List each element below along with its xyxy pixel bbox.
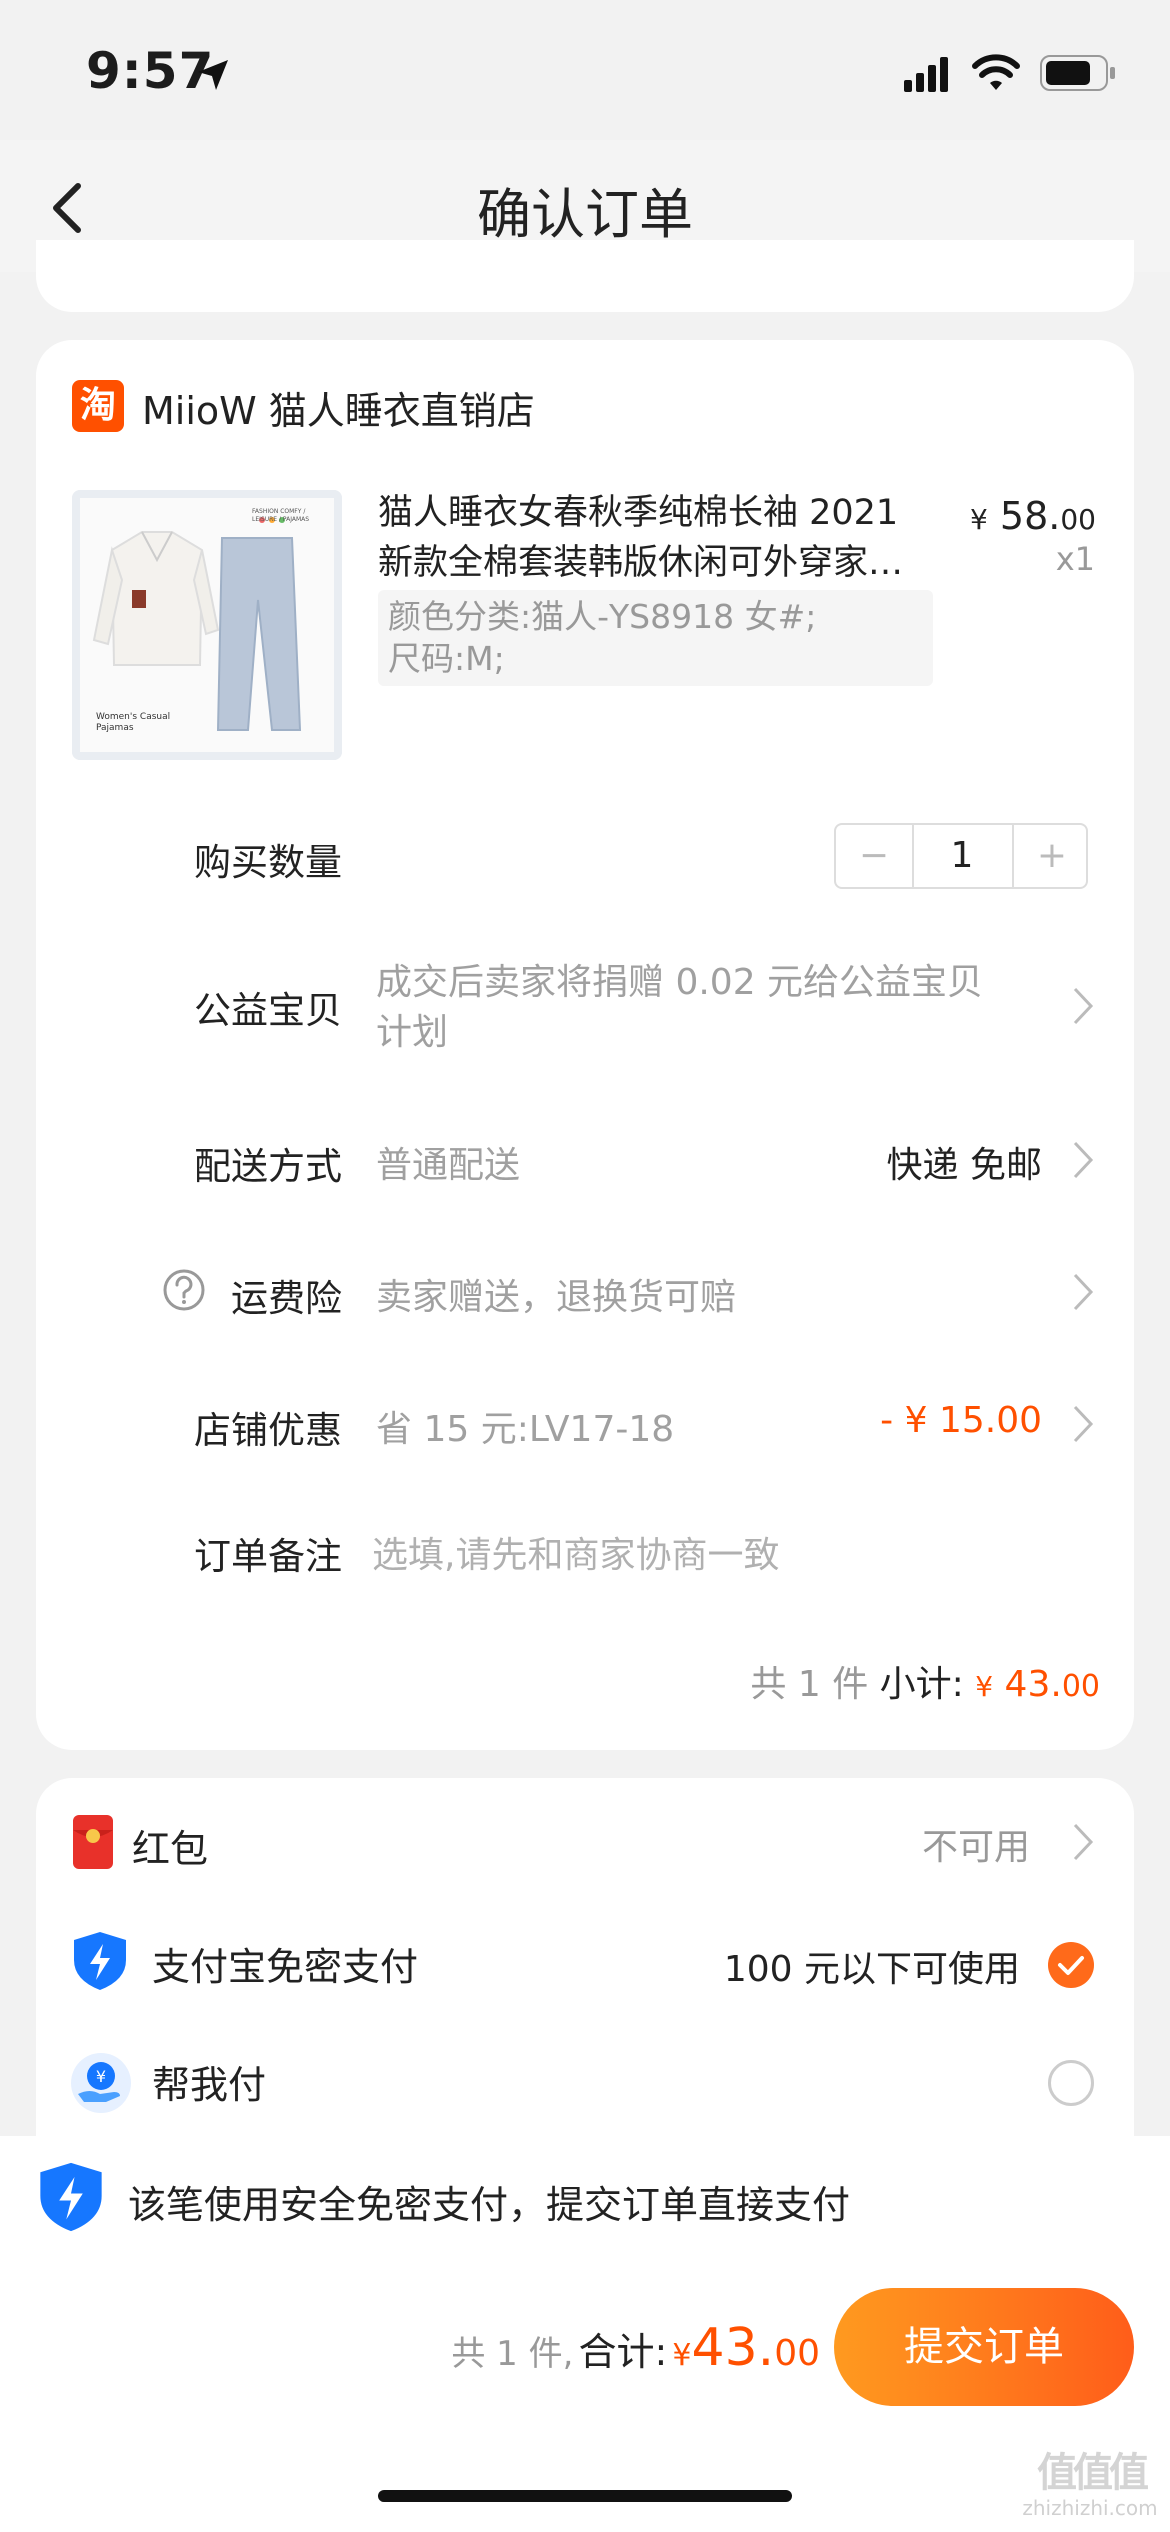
help-pay-radio[interactable]	[1048, 2060, 1094, 2106]
insurance-label: 运费险	[231, 1277, 342, 1320]
battery-icon	[1040, 55, 1115, 91]
watermark-url: zhizhizhi.com	[1022, 2496, 1158, 2520]
page-title: 确认订单	[477, 183, 693, 246]
alipay-label: 支付宝免密支付	[152, 1945, 419, 1989]
home-indicator	[378, 2490, 792, 2502]
charity-description[interactable]: 成交后卖家将捐赠 0.02 元给公益宝贝 计划	[376, 958, 1026, 1058]
delivery-label: 配送方式	[194, 1145, 342, 1188]
total-int: 43.	[691, 2318, 775, 2378]
price-int: 58.	[999, 494, 1061, 538]
secure-pay-notice: 该笔使用安全免密支付，提交订单直接支付	[128, 2183, 851, 2227]
delivery-option[interactable]: 快递 免邮	[800, 1136, 1042, 1188]
charity-line1: 成交后卖家将捐赠 0.02 元给公益宝贝	[376, 962, 984, 1003]
svg-text:¥: ¥	[96, 2067, 106, 2086]
total-dec: 00	[774, 2333, 820, 2374]
product-title[interactable]: 猫人睡衣女春秋季纯棉长袖 2021 新款全棉套装韩版休闲可外穿家…	[378, 488, 933, 588]
price-dec: 00	[1060, 503, 1096, 536]
subtotal: 共 1 件 小计: ¥ 43.00	[700, 1655, 1100, 1707]
store-discount-value: 省 15 元:LV17-18	[376, 1409, 675, 1450]
quantity-value[interactable]: 1	[914, 825, 1010, 887]
cellular-signal-icon	[904, 57, 948, 92]
sku-box[interactable]: 颜色分类:猫人-YS8918 女#; 尺码:M;	[378, 590, 933, 686]
product-price: ¥ 58.00	[970, 494, 1096, 538]
subtotal-currency: ¥	[975, 1670, 994, 1703]
red-packet-value[interactable]: 不可用	[800, 1818, 1030, 1870]
alipay-radio-checked[interactable]	[1048, 1942, 1094, 1988]
store-name[interactable]: MiioW 猫人睡衣直销店	[142, 380, 535, 435]
chevron-right-icon[interactable]	[1072, 1140, 1094, 1180]
alipay-limit: 100 元以下可使用	[723, 1949, 1020, 1990]
chevron-right-icon[interactable]	[1072, 986, 1094, 1026]
insurance-value: 卖家赠送，退换货可赔	[376, 1277, 737, 1318]
price-currency: ¥	[970, 503, 988, 536]
red-packet-label: 红包	[132, 1827, 209, 1871]
help-pay-icon: ¥	[71, 2053, 131, 2113]
product-title-line2: 新款全棉套装韩版休闲可外穿家…	[378, 543, 904, 583]
charity-label: 公益宝贝	[194, 989, 342, 1032]
quantity-stepper[interactable]: − 1 +	[834, 823, 1088, 889]
sku-line1: 颜色分类:猫人-YS8918 女#;	[388, 597, 817, 636]
address-card-bottom	[36, 240, 1134, 312]
quantity-label: 购买数量	[194, 841, 342, 884]
product-image[interactable]: Women's Casual Pajamas FASHION COMFY / L…	[72, 490, 342, 760]
store-discount-label: 店铺优惠	[194, 1409, 342, 1452]
product-image-caption: Women's Casual Pajamas	[96, 712, 171, 733]
subtotal-int: 43.	[1004, 1664, 1062, 1705]
subtotal-count: 共 1 件	[750, 1664, 869, 1705]
total-currency: ¥	[672, 2338, 692, 2373]
order-note-input[interactable]: 选填,请先和商家协商一致	[372, 1526, 1072, 1578]
store-discount-amount[interactable]: - ¥ 15.00	[800, 1400, 1042, 1441]
status-bar: 9:57	[0, 0, 1170, 140]
wifi-icon	[972, 54, 1020, 90]
submit-order-button[interactable]: 提交订单	[834, 2288, 1134, 2406]
total-count: 共 1 件,	[451, 2334, 574, 2374]
security-shield-icon	[40, 2162, 102, 2232]
alipay-shield-icon	[74, 1932, 126, 1990]
delivery-method: 普通配送	[376, 1145, 521, 1186]
chevron-right-icon[interactable]	[1072, 1404, 1094, 1444]
location-arrow-icon	[198, 60, 228, 90]
check-icon	[1058, 1956, 1084, 1975]
taobao-store-icon: 淘	[72, 380, 124, 432]
charity-line2: 计划	[376, 1012, 449, 1053]
help-pay-label: 帮我付	[152, 2063, 267, 2107]
subtotal-dec: 00	[1061, 1669, 1100, 1704]
chevron-right-icon[interactable]	[1072, 1272, 1094, 1312]
total-label: 合计:	[578, 2330, 668, 2374]
product-title-line1: 猫人睡衣女春秋季纯棉长袖 2021	[378, 493, 899, 533]
red-packet-icon	[73, 1815, 113, 1869]
increment-button[interactable]: +	[1012, 825, 1090, 887]
order-note-label: 订单备注	[194, 1535, 342, 1578]
subtotal-label: 小计:	[879, 1664, 964, 1705]
chevron-right-icon[interactable]	[1072, 1822, 1094, 1862]
total-summary: 共 1 件, 合计: ¥43.00	[380, 2318, 820, 2378]
watermark-logo: 值值值	[1037, 2450, 1149, 2496]
product-image-tagline: FASHION COMFY / LEISURE / PAJAMAS	[252, 508, 310, 523]
sku-line2: 尺码:M;	[388, 639, 505, 678]
product-quantity: x1	[1055, 540, 1095, 578]
decrement-button[interactable]: −	[836, 825, 914, 887]
